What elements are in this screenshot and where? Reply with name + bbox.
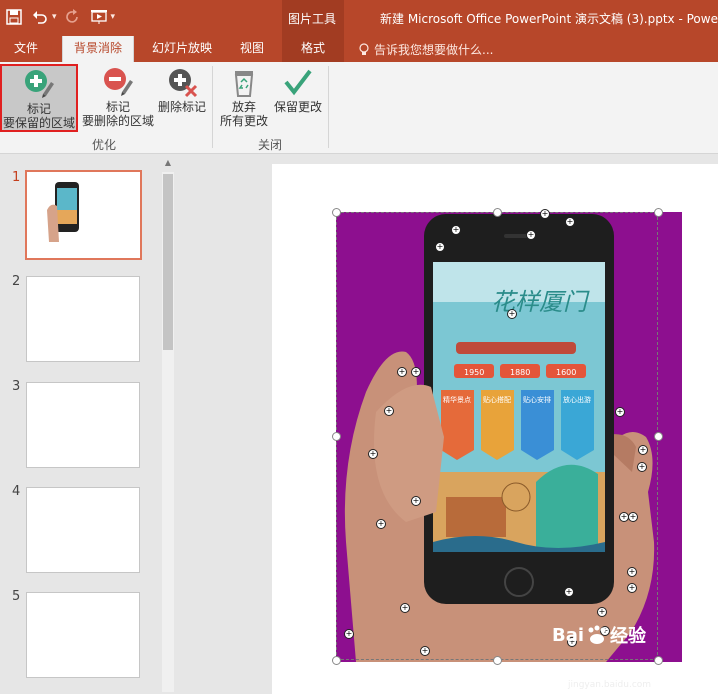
keep-marker[interactable]: + [397, 367, 407, 377]
keep-marker[interactable]: + [376, 519, 386, 529]
tab-format[interactable]: 格式 [282, 36, 344, 62]
keep-marker[interactable]: + [628, 512, 638, 522]
tell-me-box[interactable]: 告诉我您想要做什么... [358, 41, 493, 58]
slide-number: 4 [12, 484, 21, 499]
discard-label-2: 所有更改 [219, 114, 268, 128]
keep-marker[interactable]: + [627, 567, 637, 577]
baidu-jingyan-watermark: Bai 经验 [552, 622, 646, 648]
keep-marker[interactable]: + [540, 209, 550, 219]
keep-marker[interactable]: + [565, 217, 575, 227]
group-label-close: 关闭 [258, 138, 283, 152]
mark-keep-label-1: 标记 [26, 102, 51, 116]
keep-area-marquee[interactable] [336, 212, 658, 660]
mark-remove-icon [104, 68, 133, 96]
keep-marker[interactable]: + [564, 587, 574, 597]
keep-marker[interactable]: + [507, 309, 517, 319]
discard-label-1: 放弃 [231, 100, 256, 114]
mark-keep-icon [25, 70, 54, 98]
mark-areas-to-remove-button[interactable]: 标记 要删除的区域 [80, 64, 156, 132]
start-slideshow-icon[interactable] [89, 7, 109, 27]
ribbon-tabs: 文件 背景消除 幻灯片放映 视图 格式 告诉我您想要做什么... [0, 36, 718, 62]
tab-file[interactable]: 文件 [6, 36, 46, 62]
slide-thumbnail-pane: 1 2 3 4 5 [0, 154, 178, 694]
group-separator [212, 66, 213, 148]
thumbnail-phone-image [47, 182, 79, 242]
save-icon[interactable] [4, 7, 24, 27]
watermark-brand-left: Bai [552, 624, 585, 646]
discard-all-changes-button[interactable]: 放弃 所有更改 [216, 64, 272, 132]
tab-background-removal[interactable]: 背景消除 [62, 36, 134, 62]
resize-handle[interactable] [332, 208, 341, 217]
keep-marker[interactable]: + [627, 583, 637, 593]
scrollbar-thumb[interactable] [163, 174, 173, 350]
keep-marker[interactable]: + [384, 406, 394, 416]
keep-changes-button[interactable]: 保留更改 [272, 64, 324, 132]
watermark-url: jingyan.baidu.com [568, 680, 652, 690]
delete-mark-button[interactable]: 删除标记 [156, 64, 208, 132]
mark-keep-label-2: 要保留的区域 [2, 116, 75, 130]
lightbulb-icon [359, 42, 369, 55]
delete-mark-label: 删除标记 [157, 100, 206, 114]
recycle-bin-icon [234, 71, 254, 97]
thumbnail-scrollbar[interactable]: ▲ [160, 154, 176, 694]
document-title: 新建 Microsoft Office PowerPoint 演示文稿 (3).… [380, 12, 718, 26]
keep-marker[interactable]: + [435, 242, 445, 252]
picture-tools-label: 图片工具 [288, 12, 337, 26]
undo-icon[interactable] [30, 7, 50, 27]
redo-icon[interactable] [63, 7, 83, 27]
tab-view[interactable]: 视图 [228, 36, 276, 62]
keep-marker[interactable]: + [615, 407, 625, 417]
resize-handle[interactable] [654, 656, 663, 665]
resize-handle[interactable] [332, 432, 341, 441]
tab-slideshow[interactable]: 幻灯片放映 [144, 36, 220, 62]
keep-marker[interactable]: + [451, 225, 461, 235]
keep-marker[interactable]: + [420, 646, 430, 656]
keep-marker[interactable]: + [400, 603, 410, 613]
group-label-refine: 优化 [92, 138, 117, 152]
paw-icon [588, 625, 606, 644]
keep-marker[interactable]: + [411, 496, 421, 506]
tell-me-text: 告诉我您想要做什么... [374, 43, 494, 57]
undo-dropdown-icon[interactable]: ▾ [52, 12, 57, 22]
slide-thumbnail-2[interactable] [26, 276, 140, 362]
keep-marker[interactable]: + [344, 629, 354, 639]
resize-handle[interactable] [332, 656, 341, 665]
keep-marker[interactable]: + [526, 230, 536, 240]
slide-thumbnail-3[interactable] [26, 382, 140, 468]
mark-remove-label-2: 要删除的区域 [81, 114, 154, 128]
scroll-up-icon[interactable]: ▲ [160, 156, 176, 170]
slide-thumbnail-1[interactable] [25, 170, 142, 260]
group-separator [328, 66, 329, 148]
slide-number: 5 [12, 589, 21, 604]
quick-access-toolbar: ▾ ▾ [4, 6, 115, 28]
title-bar: ▾ ▾ 图片工具 新建 Microsoft Office PowerPoint … [0, 0, 718, 36]
resize-handle[interactable] [654, 432, 663, 441]
resize-handle[interactable] [654, 208, 663, 217]
keep-changes-label: 保留更改 [273, 100, 322, 114]
keep-marker[interactable]: + [638, 445, 648, 455]
slide-number: 3 [12, 379, 21, 394]
slide-number: 1 [12, 170, 21, 185]
keep-marker[interactable]: + [637, 462, 647, 472]
checkmark-icon [284, 69, 312, 96]
slide-number: 2 [12, 274, 21, 289]
mark-remove-label-1: 标记 [105, 100, 130, 114]
resize-handle[interactable] [493, 208, 502, 217]
slide-thumbnail-4[interactable] [26, 487, 140, 573]
mark-areas-to-keep-button[interactable]: 标记 要保留的区域 [0, 64, 78, 132]
watermark-brand-right: 经验 [610, 626, 647, 647]
keep-marker[interactable]: + [411, 367, 421, 377]
keep-marker[interactable]: + [368, 449, 378, 459]
delete-mark-icon [169, 69, 198, 98]
keep-marker[interactable]: + [597, 607, 607, 617]
slide-thumbnail-5[interactable] [26, 592, 140, 678]
customize-qat-icon[interactable]: ▾ [111, 12, 116, 22]
resize-handle[interactable] [493, 656, 502, 665]
ribbon: 标记 要保留的区域 标记 要删除的区域 删除标记 优化 放弃 所有更改 保留更改… [0, 62, 718, 154]
